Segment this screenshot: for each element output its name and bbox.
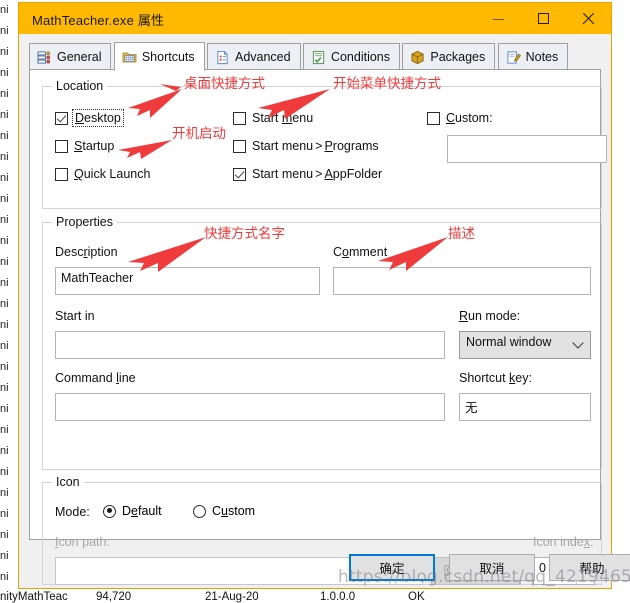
annotation-arrows: [118, 84, 448, 272]
folder-icon: [122, 52, 137, 63]
tab-shortcuts-label: Shortcuts: [141, 49, 195, 64]
tab-shortcuts[interactable]: Shortcuts: [113, 42, 205, 71]
